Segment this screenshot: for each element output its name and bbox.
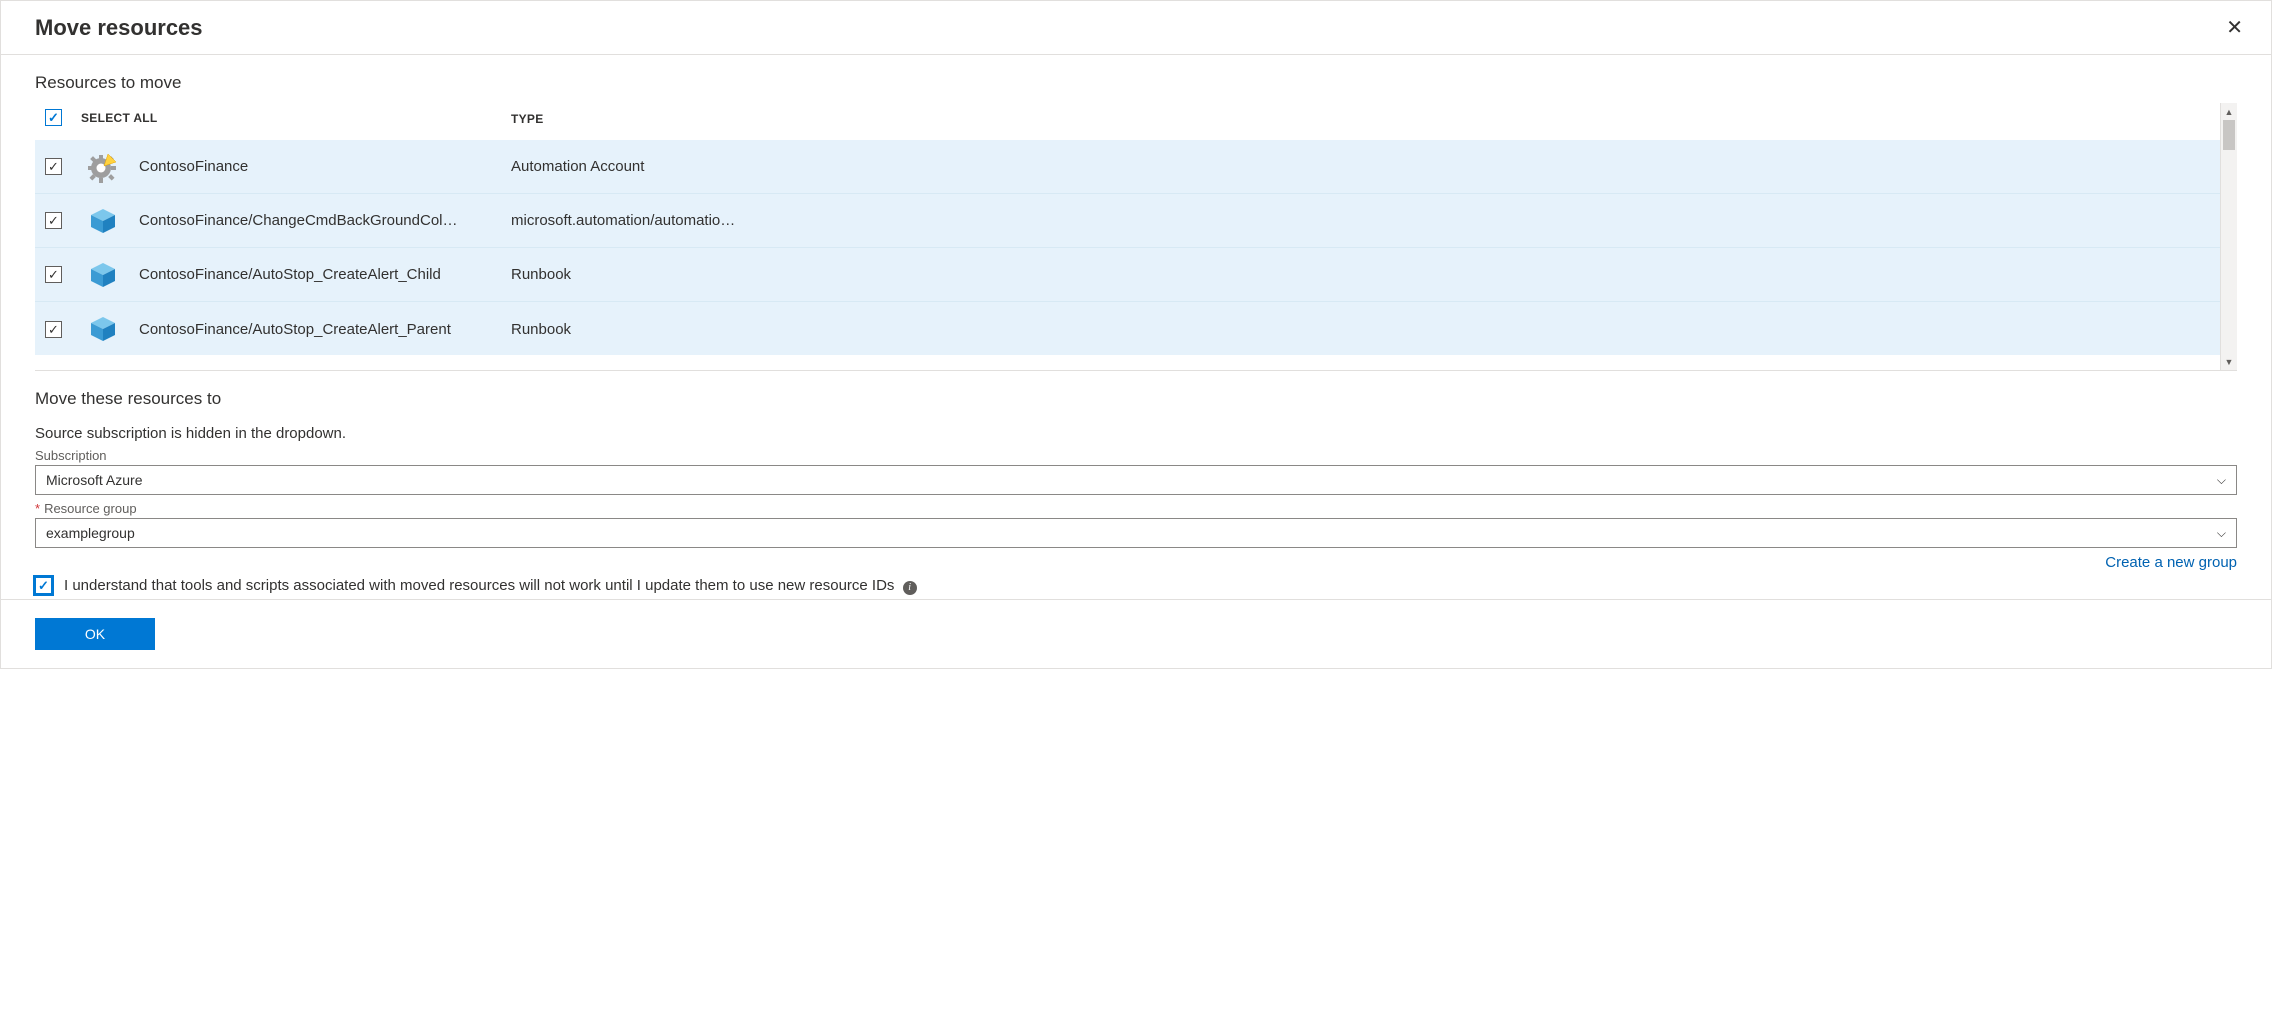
resources-heading: Resources to move [35, 73, 2237, 93]
resource-type: Automation Account [511, 158, 644, 175]
subscription-label: Subscription [35, 448, 2237, 463]
column-select-all[interactable]: SELECT ALL [81, 111, 158, 125]
table-header: SELECT ALL TYPE [35, 103, 2237, 140]
destination-heading: Move these resources to [35, 389, 2237, 409]
panel-footer: OK [1, 599, 2271, 668]
resource-name: ContosoFinance/AutoStop_CreateAlert_Pare… [139, 321, 451, 338]
resource-type: Runbook [511, 321, 571, 338]
resource-type: microsoft.automation/automatio… [511, 212, 735, 229]
close-button[interactable]: ✕ [2218, 11, 2251, 44]
acknowledge-row: I understand that tools and scripts asso… [35, 577, 2237, 595]
column-type[interactable]: TYPE [511, 112, 544, 126]
move-resources-panel: Move resources ✕ Resources to move SELEC… [0, 0, 2272, 669]
cube-icon [81, 314, 125, 344]
scroll-thumb[interactable] [2223, 120, 2235, 150]
chevron-down-icon: ⌵ [2217, 526, 2226, 541]
resource-group-label: *Resource group [35, 501, 2237, 516]
chevron-down-icon: ⌵ [2217, 473, 2226, 488]
panel-header: Move resources ✕ [1, 1, 2271, 55]
resource-type: Runbook [511, 266, 571, 283]
row-checkbox[interactable] [45, 212, 62, 229]
panel-title: Move resources [35, 15, 203, 41]
destination-hint: Source subscription is hidden in the dro… [35, 425, 2237, 442]
resource-name: ContosoFinance/AutoStop_CreateAlert_Chil… [139, 266, 441, 283]
cube-icon [81, 260, 125, 290]
select-all-checkbox[interactable] [45, 109, 62, 126]
resource-name: ContosoFinance/ChangeCmdBackGroundCol… [139, 212, 458, 229]
row-checkbox[interactable] [45, 158, 62, 175]
panel-body: Resources to move SELECT ALL TYPE Contos… [1, 55, 2271, 599]
scroll-down-icon[interactable]: ▼ [2221, 353, 2237, 370]
required-asterisk: * [35, 501, 40, 516]
table-row[interactable]: ContosoFinance/AutoStop_CreateAlert_Chil… [35, 248, 2220, 302]
acknowledge-text: I understand that tools and scripts asso… [64, 577, 917, 595]
info-icon[interactable]: i [903, 581, 917, 595]
subscription-select[interactable]: Microsoft Azure ⌵ [35, 465, 2237, 495]
scrollbar[interactable]: ▲ ▼ [2220, 103, 2237, 370]
resource-name: ContosoFinance [139, 158, 248, 175]
scroll-track[interactable] [2221, 120, 2237, 353]
table-row[interactable]: ContosoFinance Automation Account [35, 140, 2220, 194]
gear-icon [81, 150, 125, 184]
ok-button[interactable]: OK [35, 618, 155, 650]
table-row[interactable]: ContosoFinance/ChangeCmdBackGroundCol… mi… [35, 194, 2220, 248]
scroll-up-icon[interactable]: ▲ [2221, 103, 2237, 120]
cube-icon [81, 206, 125, 236]
table-row[interactable]: ContosoFinance/AutoStop_CreateAlert_Pare… [35, 302, 2220, 355]
row-checkbox[interactable] [45, 321, 62, 338]
resource-group-value: examplegroup [46, 525, 135, 541]
resource-group-select[interactable]: examplegroup ⌵ [35, 518, 2237, 548]
resource-table: SELECT ALL TYPE ContosoFinance Automation… [35, 103, 2237, 371]
subscription-value: Microsoft Azure [46, 472, 142, 488]
close-icon: ✕ [2226, 17, 2243, 39]
acknowledge-checkbox[interactable] [35, 577, 52, 594]
table-body: ContosoFinanceAutomation AccountContosoF… [35, 140, 2237, 355]
row-checkbox[interactable] [45, 266, 62, 283]
create-new-group-link[interactable]: Create a new group [2105, 554, 2237, 571]
